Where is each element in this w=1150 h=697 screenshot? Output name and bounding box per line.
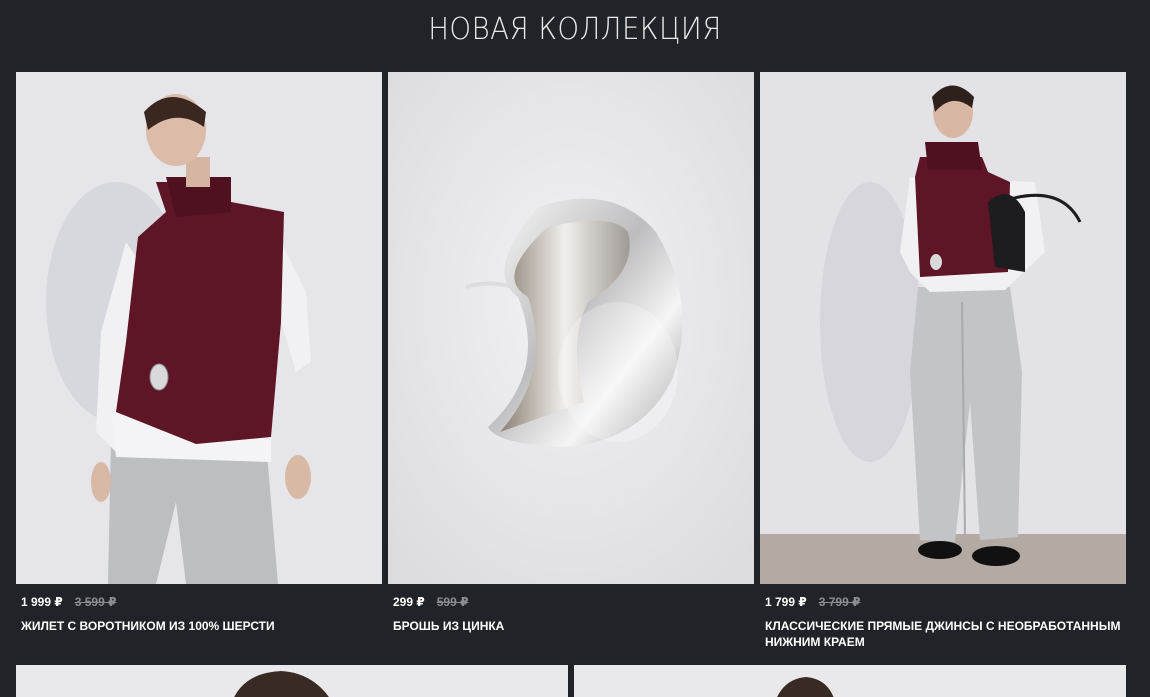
product-image-jeans[interactable] (760, 72, 1126, 584)
old-price: 599 ₽ (436, 595, 469, 609)
new-collection-page: НОВАЯ КОЛЛЕКЦИЯ 1 999 ₽ 3 599 ₽ ЖИЛЕТ С … (0, 0, 1150, 697)
vest-photo (16, 72, 382, 584)
product-grid-row-2 (16, 665, 1126, 697)
current-price: 1 799 ₽ (765, 595, 807, 609)
partial-photo (16, 665, 568, 697)
jeans-photo (760, 72, 1126, 584)
current-price: 1 999 ₽ (21, 595, 63, 609)
product-card[interactable]: 299 ₽ 599 ₽ БРОШЬ ИЗ ЦИНКА (388, 72, 754, 634)
price-row: 1 799 ₽ 3 799 ₽ (760, 594, 1126, 610)
partial-photo (574, 665, 1126, 697)
product-image-partial[interactable] (16, 665, 568, 697)
product-grid: 1 999 ₽ 3 599 ₽ ЖИЛЕТ С ВОРОТНИКОМ ИЗ 10… (16, 72, 1126, 652)
product-name[interactable]: ЖИЛЕТ С ВОРОТНИКОМ ИЗ 100% ШЕРСТИ (16, 618, 382, 634)
current-price: 299 ₽ (393, 595, 425, 609)
old-price: 3 799 ₽ (818, 595, 861, 609)
price-row: 299 ₽ 599 ₽ (388, 594, 754, 610)
product-card[interactable]: 1 799 ₽ 3 799 ₽ КЛАССИЧЕСКИЕ ПРЯМЫЕ ДЖИН… (760, 72, 1126, 650)
product-card[interactable]: 1 999 ₽ 3 599 ₽ ЖИЛЕТ С ВОРОТНИКОМ ИЗ 10… (16, 72, 382, 634)
old-price: 3 599 ₽ (74, 595, 117, 609)
product-name[interactable]: БРОШЬ ИЗ ЦИНКА (388, 618, 754, 634)
price-row: 1 999 ₽ 3 599 ₽ (16, 594, 382, 610)
product-image-vest[interactable] (16, 72, 382, 584)
product-name[interactable]: КЛАССИЧЕСКИЕ ПРЯМЫЕ ДЖИНСЫ С НЕОБРАБОТАН… (760, 618, 1126, 650)
brooch-photo (388, 72, 754, 584)
product-image-brooch[interactable] (388, 72, 754, 584)
product-image-partial[interactable] (574, 665, 1126, 697)
section-title: НОВАЯ КОЛЛЕКЦИЯ (428, 12, 722, 47)
